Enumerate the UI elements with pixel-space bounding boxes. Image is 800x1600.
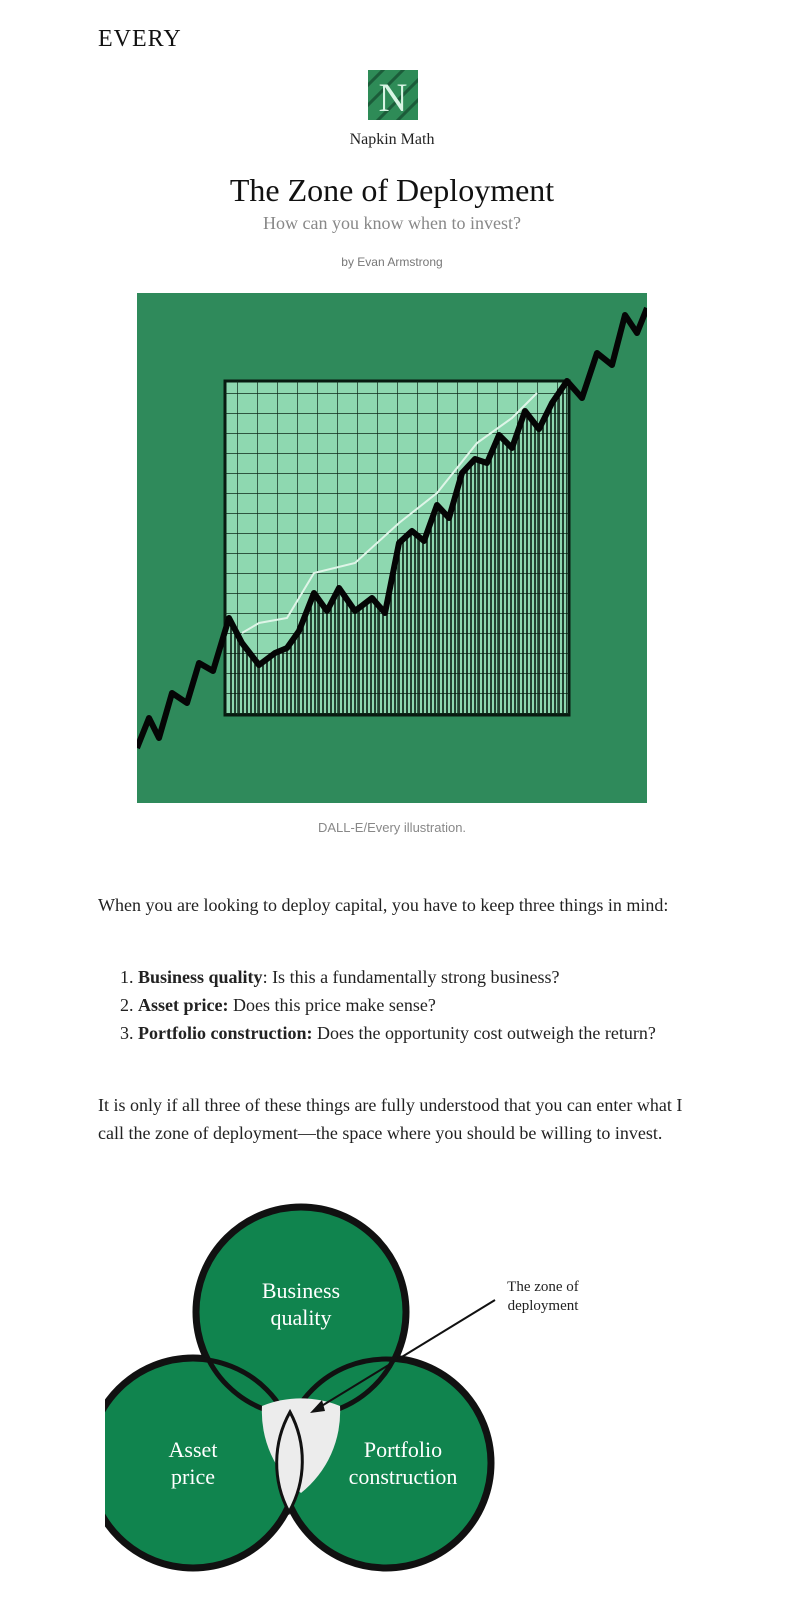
article-subtitle: How can you know when to invest? bbox=[263, 213, 521, 233]
hero-illustration bbox=[137, 293, 647, 803]
venn-label-right-1: Portfolio bbox=[364, 1437, 442, 1462]
list-item: Business quality: Is this a fundamentall… bbox=[138, 963, 726, 991]
napkin-math-logo: N bbox=[368, 70, 418, 120]
annotation-label-2: deployment bbox=[508, 1298, 580, 1314]
venn-diagram: Business quality Asset price Portfolio c… bbox=[105, 1200, 605, 1600]
publication-name[interactable]: Napkin Math bbox=[0, 131, 784, 149]
logo-letter: N bbox=[379, 75, 408, 120]
intro-paragraph: When you are looking to deploy capital, … bbox=[98, 895, 669, 915]
venn-label-top-2: quality bbox=[270, 1305, 331, 1330]
every-logo[interactable]: EVERY bbox=[98, 26, 182, 53]
annotation-label-1: The zone of bbox=[507, 1279, 579, 1295]
conclusion-paragraph: It is only if all three of these things … bbox=[98, 1095, 683, 1143]
venn-label-left-2: price bbox=[171, 1464, 215, 1489]
venn-label-left-1: Asset bbox=[169, 1437, 218, 1462]
list-item: Portfolio construction: Does the opportu… bbox=[138, 1019, 726, 1047]
venn-label-right-2: construction bbox=[349, 1464, 458, 1489]
hero-caption: DALL-E/Every illustration. bbox=[317, 820, 467, 835]
criteria-list: Business quality: Is this a fundamentall… bbox=[98, 963, 726, 1047]
venn-label-top-1: Business bbox=[262, 1278, 340, 1303]
article-title: The Zone of Deployment bbox=[229, 172, 555, 208]
article-byline: by Evan Armstrong bbox=[341, 255, 443, 269]
list-item: Asset price: Does this price make sense? bbox=[138, 991, 726, 1019]
